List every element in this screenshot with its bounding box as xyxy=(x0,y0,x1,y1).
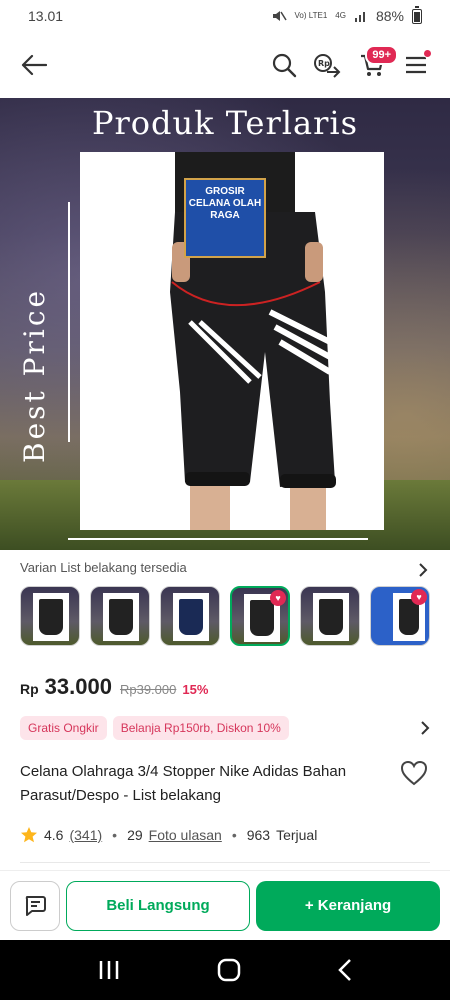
photo-review-link[interactable]: Foto ulasan xyxy=(149,827,222,843)
search-icon xyxy=(272,53,297,78)
variant-title: Varian List belakang tersedia xyxy=(20,560,187,575)
hero-title: Produk Terlaris xyxy=(91,104,359,142)
app-bar: Rp 99+ xyxy=(0,32,450,98)
variant-thumb-selected[interactable]: ♥ xyxy=(230,586,290,646)
product-image[interactable]: Produk Terlaris Best Price GROSIR CELANA… xyxy=(0,98,450,550)
promo-row[interactable]: Gratis Ongkir Belanja Rp150rb, Diskon 10… xyxy=(20,716,430,740)
notification-dot xyxy=(423,49,432,58)
promo-free-shipping[interactable]: Gratis Ongkir xyxy=(20,716,107,740)
chat-icon xyxy=(25,895,46,916)
sold-label: Terjual xyxy=(276,827,318,843)
variant-thumbnails: ♥ ♥ xyxy=(20,586,430,646)
cart-button[interactable]: 99+ xyxy=(350,43,398,87)
hero-divider-vertical xyxy=(68,202,70,442)
back-button[interactable] xyxy=(12,43,56,87)
battery-icon xyxy=(412,5,422,24)
status-icons: Vo) LTE1 4G 88% xyxy=(271,5,422,24)
status-bar: 13.01 Vo) LTE1 4G 88% xyxy=(0,0,450,32)
separator-dot: • xyxy=(231,827,237,843)
rating-score: 4.6 xyxy=(44,827,64,843)
chat-button[interactable] xyxy=(10,880,60,931)
rating-count-link[interactable]: (341) xyxy=(69,827,102,843)
heart-icon xyxy=(400,760,428,786)
variant-thumb[interactable] xyxy=(90,586,150,646)
variant-thumb[interactable] xyxy=(300,586,360,646)
sold-count: 963 xyxy=(246,827,271,843)
hero-side-text: Best Price xyxy=(18,287,51,463)
system-nav-bar xyxy=(0,940,450,1000)
back-nav-icon[interactable] xyxy=(337,958,353,982)
variant-section: Varian List belakang tersedia ♥ ♥ xyxy=(0,550,450,660)
variant-thumb[interactable] xyxy=(160,586,220,646)
buy-now-button[interactable]: Beli Langsung xyxy=(66,880,250,931)
variant-thumb[interactable] xyxy=(20,586,80,646)
divider xyxy=(20,862,430,863)
currency-share-icon: Rp xyxy=(314,54,341,78)
price-currency: Rp xyxy=(20,681,39,697)
price-value: 33.000 xyxy=(44,674,112,699)
menu-button[interactable] xyxy=(394,43,438,87)
brand-logo: GROSIR CELANA OLAH RAGA xyxy=(184,178,266,258)
mute-icon xyxy=(272,11,287,21)
separator-dot: • xyxy=(112,827,118,843)
home-icon[interactable] xyxy=(216,957,242,983)
variant-chevron-button[interactable] xyxy=(418,562,428,583)
photo-review-count: 29 xyxy=(127,827,143,843)
back-arrow-icon xyxy=(21,54,47,76)
price-original: Rp39.000 xyxy=(119,682,177,697)
variant-thumb[interactable]: ♥ xyxy=(370,586,430,646)
wishlist-button[interactable] xyxy=(400,760,428,791)
rating-row: 4.6 (341) • 29 Foto ulasan • 963 Terjual xyxy=(20,826,317,844)
chevron-right-icon[interactable] xyxy=(420,720,430,736)
favorite-badge-icon: ♥ xyxy=(270,590,286,606)
star-icon xyxy=(21,827,37,843)
price-discount: 15% xyxy=(182,682,209,697)
signal-icon xyxy=(354,12,365,22)
svg-text:Rp: Rp xyxy=(318,59,330,68)
search-button[interactable] xyxy=(262,43,306,87)
status-time: 13.01 xyxy=(28,8,64,24)
network-label: Vo) LTE1 xyxy=(294,11,328,20)
hero-divider-horizontal xyxy=(68,538,368,540)
battery-percent: 88% xyxy=(375,8,404,24)
bottom-action-bar: Beli Langsung + Keranjang xyxy=(0,870,450,940)
share-button[interactable]: Rp xyxy=(306,43,350,87)
favorite-badge-icon: ♥ xyxy=(411,589,427,605)
product-title: Celana Olahraga 3/4 Stopper Nike Adidas … xyxy=(20,763,347,804)
price-row: Rp 33.000 Rp39.000 15% xyxy=(20,674,208,700)
add-to-cart-button[interactable]: + Keranjang xyxy=(256,880,440,931)
recent-apps-icon[interactable] xyxy=(97,959,121,981)
chevron-right-icon xyxy=(419,563,428,577)
signal-type: 4G xyxy=(335,11,346,20)
promo-discount[interactable]: Belanja Rp150rb, Diskon 10% xyxy=(112,716,289,740)
